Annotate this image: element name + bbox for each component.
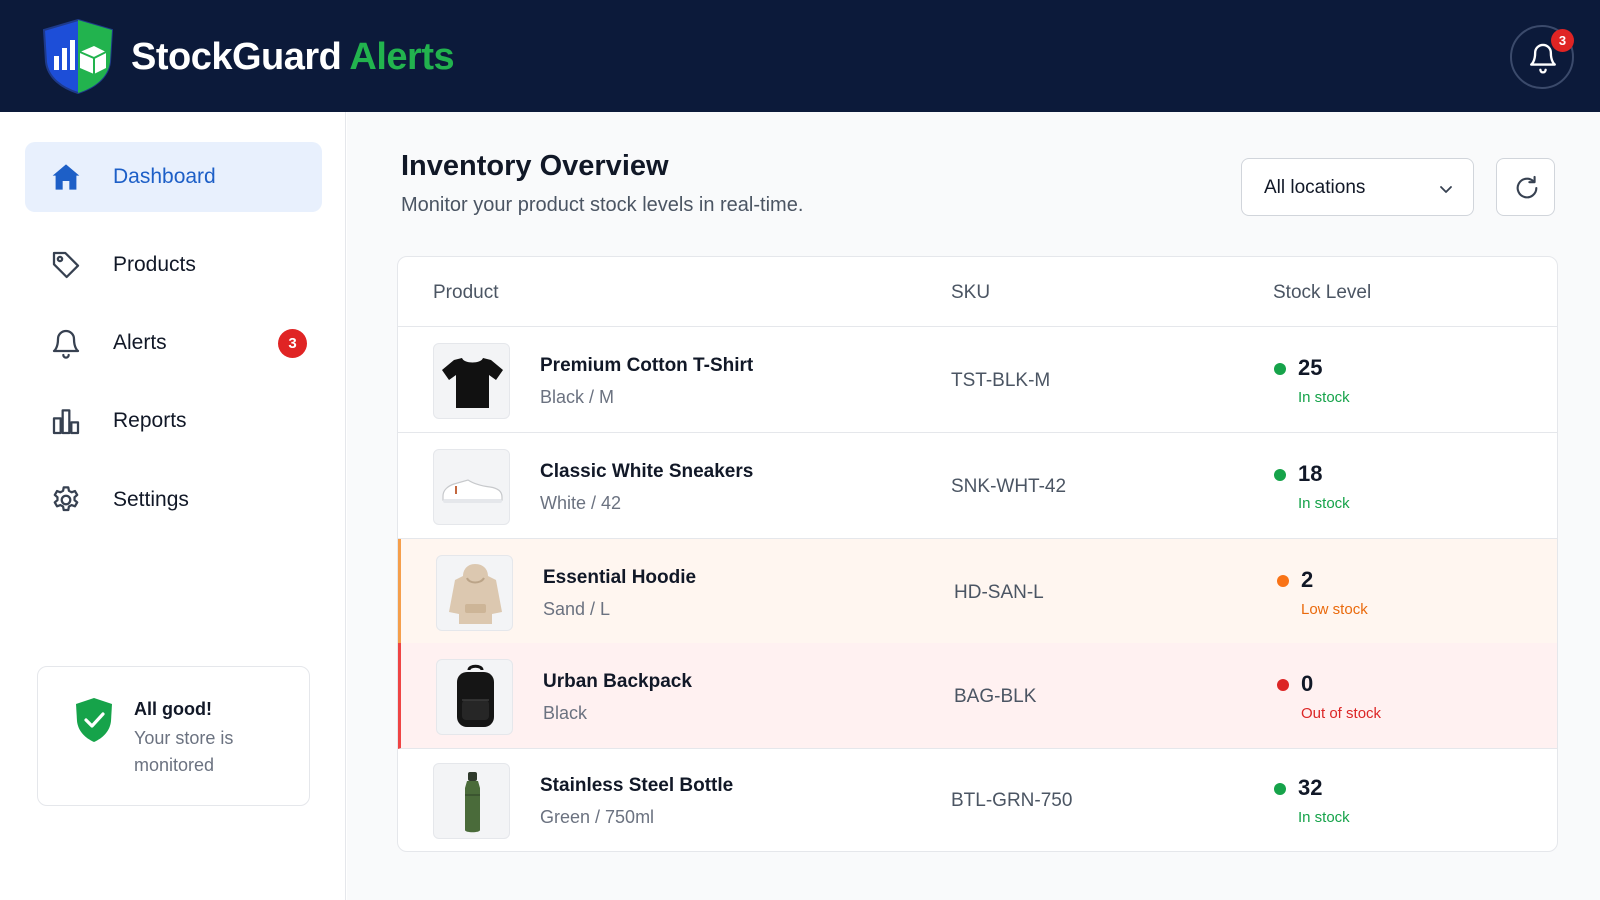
brand-accent: Alerts bbox=[349, 36, 455, 78]
notifications-button[interactable]: 3 bbox=[1510, 25, 1574, 89]
status-title: All good! bbox=[134, 699, 212, 719]
stock-status: Low stock bbox=[1301, 601, 1368, 618]
hoodie-image bbox=[449, 564, 502, 624]
product-variant: White / 42 bbox=[540, 493, 622, 513]
product-sku: TST-BLK-M bbox=[951, 370, 1051, 391]
product-name: Classic White Sneakers bbox=[540, 461, 754, 482]
product-thumbnail bbox=[433, 449, 510, 525]
column-header-product: Product bbox=[433, 282, 499, 303]
stock-status-dot bbox=[1277, 679, 1289, 691]
product-name: Essential Hoodie bbox=[543, 567, 697, 588]
refresh-button[interactable] bbox=[1496, 158, 1555, 216]
bottle-image bbox=[465, 772, 480, 833]
sidebar-item-alerts[interactable]: Alerts 3 bbox=[25, 308, 322, 378]
sidebar-item-label: Reports bbox=[113, 409, 187, 432]
store-status-card: All good! Your store is monitored bbox=[37, 666, 310, 806]
alerts-count-badge: 3 bbox=[278, 329, 307, 358]
stock-quantity: 2 bbox=[1301, 567, 1314, 592]
product-name: Premium Cotton T-Shirt bbox=[540, 355, 754, 376]
sidebar-item-settings[interactable]: Settings bbox=[25, 465, 322, 535]
stock-quantity: 0 bbox=[1301, 671, 1314, 696]
status-text: Your store is monitored bbox=[134, 728, 234, 775]
app-header: StockGuard Alerts 3 bbox=[0, 0, 1600, 112]
stock-status: In stock bbox=[1298, 389, 1350, 406]
stock-status-dot bbox=[1277, 575, 1289, 587]
stock-quantity: 32 bbox=[1298, 775, 1323, 800]
product-name: Urban Backpack bbox=[543, 671, 692, 692]
product-sku: BTL-GRN-750 bbox=[951, 790, 1073, 811]
product-name: Stainless Steel Bottle bbox=[540, 775, 734, 796]
stock-status: In stock bbox=[1298, 809, 1350, 826]
bar-chart-icon bbox=[52, 409, 80, 435]
column-header-sku: SKU bbox=[951, 282, 991, 303]
page-subtitle: Monitor your product stock levels in rea… bbox=[401, 194, 804, 216]
table-row[interactable]: Stainless Steel Bottle Green / 750ml BTL… bbox=[398, 747, 1557, 851]
sidebar-item-dashboard[interactable]: Dashboard bbox=[25, 142, 322, 212]
stock-status-dot bbox=[1274, 469, 1286, 481]
page-title: Inventory Overview bbox=[401, 150, 669, 182]
sidebar-item-label: Settings bbox=[113, 488, 189, 511]
home-icon bbox=[52, 164, 80, 190]
sidebar-item-label: Products bbox=[113, 253, 196, 276]
sidebar-item-label: Alerts bbox=[113, 331, 167, 354]
product-sku: SNK-WHT-42 bbox=[951, 476, 1067, 497]
location-select-value: All locations bbox=[1264, 177, 1366, 198]
backpack-image bbox=[457, 664, 494, 727]
product-thumbnail bbox=[436, 659, 513, 735]
product-thumbnail bbox=[436, 555, 513, 631]
tag-icon bbox=[52, 251, 80, 279]
sidebar-item-label: Dashboard bbox=[113, 165, 216, 188]
table-row[interactable]: Essential Hoodie Sand / L HD-SAN-L 2 Low… bbox=[398, 539, 1557, 645]
product-thumbnail bbox=[433, 343, 510, 419]
stock-quantity: 18 bbox=[1298, 461, 1323, 486]
gear-icon bbox=[53, 486, 79, 512]
product-variant: Black / M bbox=[540, 387, 615, 407]
refresh-icon bbox=[1516, 175, 1538, 199]
sidebar-item-reports[interactable]: Reports bbox=[25, 386, 322, 456]
sidebar-item-products[interactable]: Products bbox=[25, 230, 322, 300]
stock-quantity: 25 bbox=[1298, 355, 1323, 380]
product-variant: Sand / L bbox=[543, 599, 611, 619]
product-sku: BAG-BLK bbox=[954, 686, 1037, 707]
table-row[interactable]: Premium Cotton T-Shirt Black / M TST-BLK… bbox=[398, 327, 1557, 433]
stock-status: In stock bbox=[1298, 495, 1350, 512]
location-select[interactable]: All locations bbox=[1241, 158, 1474, 216]
notification-count-badge: 3 bbox=[1551, 29, 1574, 52]
chevron-down-icon bbox=[1440, 186, 1452, 193]
main-content: Inventory Overview Monitor your product … bbox=[347, 112, 1600, 900]
inventory-table: Product SKU Stock Level Premium Cotton T… bbox=[397, 256, 1558, 852]
shield-check-icon bbox=[76, 698, 112, 742]
column-header-stock-level: Stock Level bbox=[1273, 282, 1372, 303]
brand-name: StockGuard Alerts bbox=[131, 36, 455, 79]
shield-logo-icon bbox=[42, 18, 114, 94]
stock-status: Out of stock bbox=[1301, 705, 1382, 722]
bell-icon bbox=[52, 329, 80, 359]
stock-status-dot bbox=[1274, 363, 1286, 375]
sidebar: Dashboard Products Alerts 3 Reports Sett… bbox=[0, 112, 346, 900]
product-variant: Green / 750ml bbox=[540, 807, 655, 827]
product-variant: Black bbox=[543, 703, 588, 723]
tshirt-image bbox=[442, 358, 503, 408]
table-row[interactable]: Urban Backpack Black BAG-BLK 0 Out of st… bbox=[398, 643, 1557, 749]
sneaker-image bbox=[442, 479, 503, 503]
stock-status-dot bbox=[1274, 783, 1286, 795]
brand-primary: StockGuard bbox=[131, 36, 342, 78]
product-thumbnail bbox=[433, 763, 510, 839]
table-header: Product SKU Stock Level bbox=[398, 257, 1557, 327]
product-sku: HD-SAN-L bbox=[954, 582, 1044, 603]
table-row[interactable]: Classic White Sneakers White / 42 SNK-WH… bbox=[398, 433, 1557, 539]
